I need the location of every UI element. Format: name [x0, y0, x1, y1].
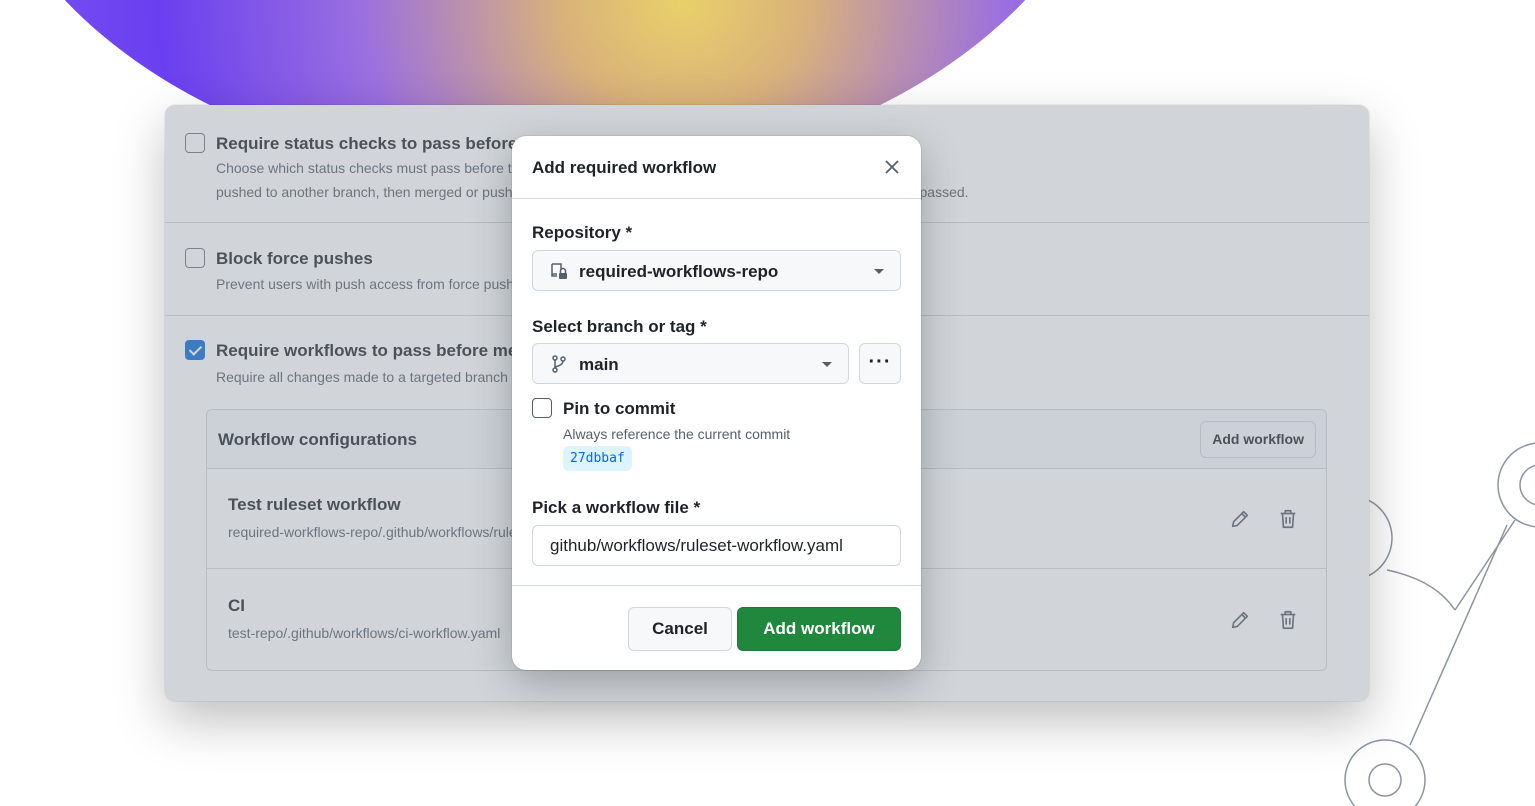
branch-value: main — [579, 355, 619, 374]
workflow-file-input[interactable]: github/workflows/ruleset-workflow.yaml — [532, 525, 901, 566]
cancel-button[interactable]: Cancel — [628, 607, 732, 651]
add-workflow-button[interactable]: Add workflow — [737, 607, 901, 651]
repo-locked-icon — [551, 263, 567, 279]
pin-to-commit-desc: Always reference the current commit — [563, 426, 791, 442]
pin-to-commit-label: Pin to commit — [563, 399, 676, 418]
branch-select[interactable]: main — [532, 343, 849, 384]
chevron-down-icon — [822, 362, 832, 367]
chevron-down-icon — [874, 269, 884, 274]
git-branch-icon — [552, 355, 566, 373]
repository-label: Repository * — [532, 223, 633, 242]
add-required-workflow-dialog: Add required workflow Repository * requi… — [512, 136, 921, 670]
dialog-header: Add required workflow — [512, 136, 921, 199]
repository-select[interactable]: required-workflows-repo — [532, 250, 901, 291]
dialog-title: Add required workflow — [532, 158, 717, 177]
stage: Require status checks to pass before mer… — [0, 0, 1535, 806]
pin-to-commit-checkbox[interactable] — [532, 398, 552, 418]
dialog-footer: Cancel Add workflow — [512, 585, 921, 670]
close-icon[interactable] — [881, 156, 903, 178]
branch-label: Select branch or tag * — [532, 317, 707, 336]
workflow-file-label: Pick a workflow file * — [532, 498, 701, 517]
commit-sha-badge: 27dbbaf — [563, 446, 632, 471]
more-options-button[interactable]: ··· — [859, 343, 901, 384]
repository-value: required-workflows-repo — [579, 262, 779, 281]
